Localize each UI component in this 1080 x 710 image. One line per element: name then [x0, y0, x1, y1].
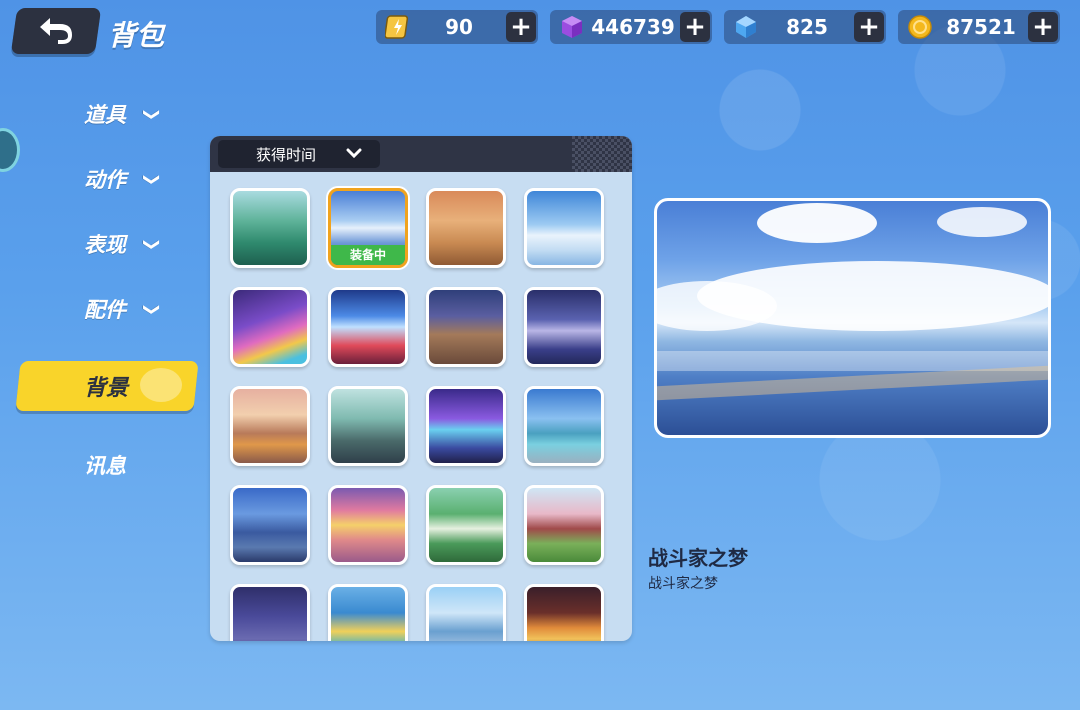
- energy-add-button[interactable]: +: [506, 12, 536, 42]
- energy-card-icon: [384, 13, 412, 41]
- panel-header-pattern: [572, 136, 632, 172]
- background-tile[interactable]: [426, 188, 506, 268]
- back-button[interactable]: [10, 8, 102, 54]
- background-tile[interactable]: [524, 584, 604, 641]
- energy-value: 90: [445, 15, 473, 39]
- chevron-down-icon: ❯: [143, 237, 163, 251]
- side-badge-icon: [0, 128, 20, 172]
- background-tile[interactable]: [426, 485, 506, 565]
- cloud-shape: [937, 207, 1027, 237]
- gold-coin-icon: [906, 13, 934, 41]
- background-tile[interactable]: [230, 584, 310, 641]
- background-tile[interactable]: [426, 287, 506, 367]
- background-grid: 装备中: [230, 188, 604, 641]
- cloud-shape: [657, 281, 777, 331]
- background-tile[interactable]: [328, 287, 408, 367]
- resource-blue-diamond: 825 +: [724, 10, 886, 44]
- purple-gem-value: 446739: [591, 15, 675, 39]
- background-tile[interactable]: [230, 485, 310, 565]
- chevron-down-icon: ❯: [143, 302, 163, 316]
- blue-diamond-value: 825: [786, 15, 828, 39]
- sort-dropdown[interactable]: 获得时间: [218, 140, 380, 168]
- background-tile[interactable]: [426, 584, 506, 641]
- background-tile[interactable]: [230, 287, 310, 367]
- resource-purple-gem: 446739 +: [550, 10, 712, 44]
- background-tile[interactable]: [328, 386, 408, 466]
- sidebar-item-actions[interactable]: 动作 ❯: [84, 161, 194, 197]
- tab-decoration-icon: [140, 368, 182, 402]
- background-tile[interactable]: [524, 485, 604, 565]
- background-tile[interactable]: [524, 287, 604, 367]
- background-tile[interactable]: [524, 188, 604, 268]
- cloud-shape: [757, 203, 877, 243]
- blue-diamond-icon: [732, 13, 760, 41]
- page-title: 背包: [108, 19, 165, 52]
- resource-gold-coin: 87521 +: [898, 10, 1060, 44]
- background-tile[interactable]: [230, 188, 310, 268]
- sidebar-item-performance[interactable]: 表现 ❯: [84, 226, 194, 262]
- sidebar-item-label: 道具: [84, 103, 126, 127]
- resource-energy: 90 +: [376, 10, 538, 44]
- sidebar-item-label: 配件: [84, 298, 126, 322]
- background-preview-image: [654, 198, 1051, 438]
- chevron-down-icon: [346, 146, 362, 162]
- inventory-panel: 获得时间 装备中: [210, 136, 632, 641]
- background-tile[interactable]: [426, 386, 506, 466]
- equipped-badge: 装备中: [331, 245, 405, 265]
- purple-gem-add-button[interactable]: +: [680, 12, 710, 42]
- gold-coin-value: 87521: [946, 15, 1016, 39]
- chevron-down-icon: ❯: [143, 172, 163, 186]
- sort-dropdown-label: 获得时间: [256, 145, 317, 164]
- blue-diamond-add-button[interactable]: +: [854, 12, 884, 42]
- chevron-down-icon: ❯: [143, 107, 163, 121]
- background-tile[interactable]: [524, 386, 604, 466]
- gold-coin-add-button[interactable]: +: [1028, 12, 1058, 42]
- background-tile-selected[interactable]: 装备中: [328, 188, 408, 268]
- item-name: 战斗家之梦: [648, 546, 748, 570]
- sidebar-item-label: 表现: [84, 233, 126, 257]
- background-tile[interactable]: [328, 584, 408, 641]
- sidebar-item-background-label: 背景: [84, 376, 129, 401]
- purple-cube-icon: [558, 13, 586, 41]
- back-arrow-icon: [40, 18, 72, 44]
- item-description: 战斗家之梦: [648, 576, 718, 592]
- sidebar-item-accessories[interactable]: 配件 ❯: [84, 291, 194, 327]
- sidebar-item-props[interactable]: 道具 ❯: [84, 96, 194, 132]
- sidebar-item-label: 动作: [84, 168, 126, 192]
- sidebar-item-messages[interactable]: 讯息: [84, 450, 126, 480]
- background-tile[interactable]: [230, 386, 310, 466]
- background-tile[interactable]: [328, 485, 408, 565]
